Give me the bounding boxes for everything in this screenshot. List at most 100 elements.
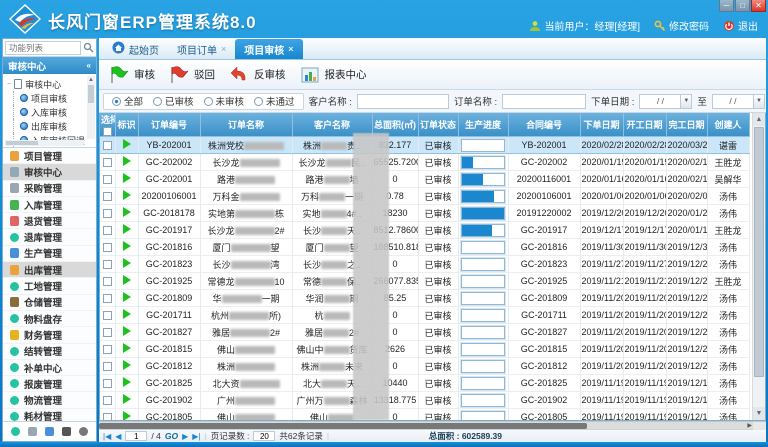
vscroll-thumb[interactable] bbox=[754, 127, 764, 377]
table-row[interactable]: GC-201815佛山佛山中货库2626已审核GC-2018152019/11/… bbox=[100, 341, 749, 358]
sidebar-item-2[interactable]: 采购管理 bbox=[3, 181, 96, 197]
tree-item-2[interactable]: 出库审核 bbox=[7, 119, 94, 133]
row-checkbox[interactable] bbox=[103, 413, 112, 421]
close-icon[interactable]: ✕ bbox=[751, 0, 766, 12]
sidebar-item-11[interactable]: 财务管理 bbox=[3, 327, 96, 343]
tree-horizontal-scrollbar[interactable] bbox=[5, 140, 84, 146]
more-icon[interactable] bbox=[79, 427, 88, 436]
maximize-icon[interactable]: □ bbox=[735, 0, 750, 12]
calendar-dropdown-icon[interactable]: ▼ bbox=[680, 95, 691, 108]
row-select-cell[interactable] bbox=[100, 222, 115, 239]
sidebar-item-1[interactable]: 审核中心 bbox=[3, 164, 96, 180]
sidebar-item-16[interactable]: 耗材管理 bbox=[3, 409, 96, 421]
sidebar-item-8[interactable]: 工地管理 bbox=[3, 278, 96, 294]
printer-icon[interactable] bbox=[62, 427, 71, 436]
tab-close-icon[interactable]: × bbox=[221, 44, 226, 54]
sidebar-item-4[interactable]: 退货管理 bbox=[3, 213, 96, 229]
tab-0[interactable]: 起始页 bbox=[103, 39, 168, 59]
last-page-icon[interactable]: ▶| bbox=[192, 432, 200, 441]
col-header-0[interactable]: 选择 bbox=[100, 113, 115, 137]
calendar-dropdown-icon[interactable]: ▼ bbox=[753, 95, 764, 108]
reject-button[interactable]: 驳回 bbox=[169, 66, 215, 84]
select-all-checkbox[interactable] bbox=[103, 127, 112, 136]
status-dot-icon[interactable] bbox=[11, 427, 20, 436]
sidebar-item-13[interactable]: 补单中心 bbox=[3, 360, 96, 376]
table-row[interactable]: YB-202001株洲党校株洲贵..832.177已审核YB-202001202… bbox=[100, 137, 749, 154]
table-row[interactable]: GC-201827雅居2#雅居2#0已审核GC-2018272019/11/20… bbox=[100, 324, 749, 341]
sidebar-item-14[interactable]: 报废管理 bbox=[3, 376, 96, 392]
table-row[interactable]: GC-201812株洲株洲未来0已审核GC-2018122019/11/2020… bbox=[100, 358, 749, 375]
row-select-cell[interactable] bbox=[100, 341, 115, 358]
hscroll-thumb[interactable] bbox=[99, 423, 587, 429]
feather-icon[interactable] bbox=[45, 427, 54, 436]
row-checkbox[interactable] bbox=[103, 141, 112, 150]
row-checkbox[interactable] bbox=[103, 294, 112, 303]
sidebar-panel-header[interactable]: 审核中心 « bbox=[3, 57, 96, 74]
status-radio-2[interactable]: 未审核 bbox=[204, 94, 245, 108]
sidebar-item-5[interactable]: 退库管理 bbox=[3, 229, 96, 245]
row-checkbox[interactable] bbox=[103, 158, 112, 167]
row-checkbox[interactable] bbox=[103, 226, 112, 235]
row-select-cell[interactable] bbox=[100, 273, 115, 290]
tab-close-icon[interactable]: × bbox=[288, 44, 293, 54]
customer-name-input[interactable] bbox=[357, 94, 449, 109]
table-row[interactable]: GC-202001路港路港墙0已审核202001160012020/01/162… bbox=[100, 171, 749, 188]
tree-item-1[interactable]: 入库审核 bbox=[7, 105, 94, 119]
row-checkbox[interactable] bbox=[103, 209, 112, 218]
row-select-cell[interactable] bbox=[100, 239, 115, 256]
row-select-cell[interactable] bbox=[100, 290, 115, 307]
tab-1[interactable]: 项目订单× bbox=[168, 39, 235, 59]
row-checkbox[interactable] bbox=[103, 311, 112, 320]
row-select-cell[interactable] bbox=[100, 256, 115, 273]
page-number-input[interactable] bbox=[125, 431, 147, 441]
scroll-up-icon[interactable]: ▲ bbox=[753, 113, 765, 126]
tree-item-0[interactable]: 项目审核 bbox=[7, 91, 94, 105]
scroll-right-icon[interactable]: ▶ bbox=[747, 422, 752, 430]
sidebar-item-15[interactable]: 物流管理 bbox=[3, 392, 96, 408]
row-select-cell[interactable] bbox=[100, 409, 115, 421]
sidebar-item-12[interactable]: 结转管理 bbox=[3, 344, 96, 360]
page-size-input[interactable] bbox=[253, 431, 275, 441]
row-checkbox[interactable] bbox=[103, 328, 112, 337]
row-select-cell[interactable] bbox=[100, 205, 115, 222]
row-checkbox[interactable] bbox=[103, 396, 112, 405]
sidebar-item-3[interactable]: 入库管理 bbox=[3, 197, 96, 213]
order-date-from-input[interactable]: / /▼ bbox=[639, 94, 692, 109]
row-checkbox[interactable] bbox=[103, 379, 112, 388]
unaudit-button[interactable]: 反审核 bbox=[229, 66, 286, 84]
table-row[interactable]: GC-201902广州广州万森林13318.775已审核GC-201902201… bbox=[100, 392, 749, 409]
next-page-icon[interactable]: ▶ bbox=[182, 432, 188, 441]
row-checkbox[interactable] bbox=[103, 175, 112, 184]
row-checkbox[interactable] bbox=[103, 277, 112, 286]
report-center-button[interactable]: 报表中心 bbox=[300, 66, 367, 84]
row-checkbox[interactable] bbox=[103, 243, 112, 252]
row-select-cell[interactable] bbox=[100, 307, 115, 324]
row-select-cell[interactable] bbox=[100, 171, 115, 188]
status-radio-0[interactable]: 全部 bbox=[112, 94, 143, 108]
tree-vertical-scrollbar[interactable]: ▲ bbox=[87, 76, 95, 139]
status-radio-1[interactable]: 已审核 bbox=[153, 94, 194, 108]
row-checkbox[interactable] bbox=[103, 362, 112, 371]
table-row[interactable]: GC-201917长沙龙2#长沙天..8512.78600...已审核GC-20… bbox=[100, 222, 749, 239]
go-button[interactable]: GO bbox=[165, 431, 178, 441]
first-page-icon[interactable]: |◀ bbox=[103, 432, 111, 441]
row-select-cell[interactable] bbox=[100, 154, 115, 171]
row-select-cell[interactable] bbox=[100, 137, 115, 154]
table-row[interactable]: GC-201816厦门望厦门望188510.818已审核GC-201816201… bbox=[100, 239, 749, 256]
status-radio-3[interactable]: 未通过 bbox=[254, 94, 295, 108]
table-row[interactable]: GC-2018178实地第栋实地4#..18230已审核201912200022… bbox=[100, 205, 749, 222]
row-select-cell[interactable] bbox=[100, 392, 115, 409]
sidebar-item-6[interactable]: 生产管理 bbox=[3, 246, 96, 262]
table-row[interactable]: GC-202002长沙龙长沙龙民..65525.7200...已审核GC-202… bbox=[100, 154, 749, 171]
row-select-cell[interactable] bbox=[100, 375, 115, 392]
table-row[interactable]: GC-201925常德龙10常德保..266077.835...已审核GC-20… bbox=[100, 273, 749, 290]
grid-horizontal-scrollbar[interactable]: ▶ bbox=[99, 421, 766, 429]
table-row[interactable]: GC-201823长沙湾长沙之..0已审核GC-2018232019/11/27… bbox=[100, 256, 749, 273]
row-select-cell[interactable] bbox=[100, 324, 115, 341]
sidebar-item-10[interactable]: 物料盘存 bbox=[3, 311, 96, 327]
table-row[interactable]: 20200106001万科金万科一期0.78已审核202001060012020… bbox=[100, 188, 749, 205]
sidebar-item-7[interactable]: 出库管理 bbox=[3, 262, 96, 278]
table-row[interactable]: GC-201805佛山佛山0已审核GC-2018052019/11/192019… bbox=[100, 409, 749, 421]
table-row[interactable]: GC-201809华一期华润期85.25已审核GC-2018092019/11/… bbox=[100, 290, 749, 307]
change-password-button[interactable]: 修改密码 bbox=[654, 18, 709, 33]
